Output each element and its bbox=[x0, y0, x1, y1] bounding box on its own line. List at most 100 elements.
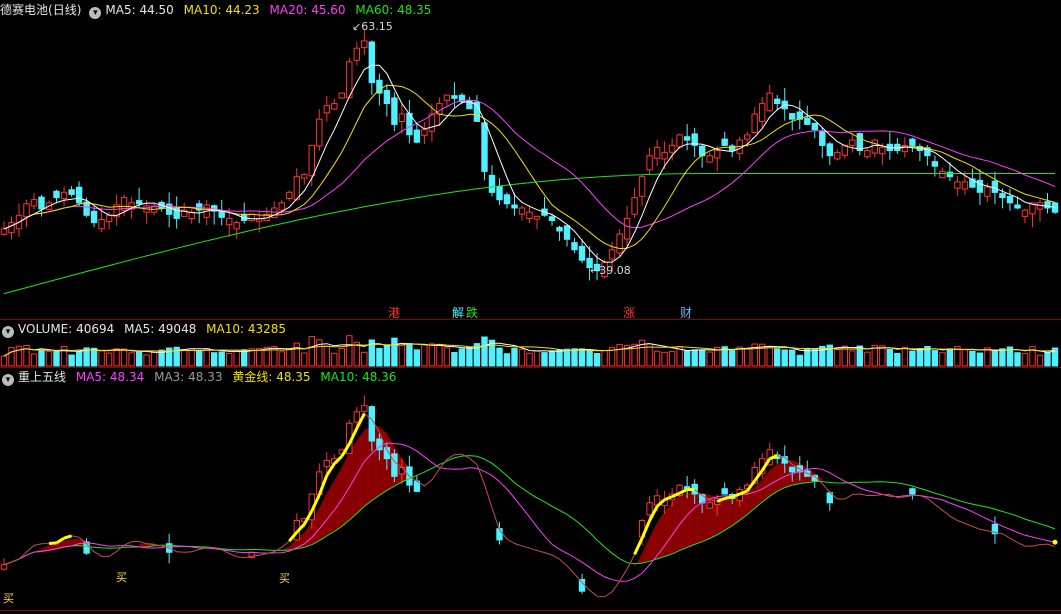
volume-bar bbox=[323, 345, 331, 367]
chevron-down-icon[interactable]: ▾ bbox=[2, 326, 14, 338]
low-annotation: ←39.08 bbox=[590, 264, 631, 277]
ma20-readout: MA20: 45.60 bbox=[269, 3, 346, 17]
volume-bar bbox=[563, 348, 571, 367]
volume-bar bbox=[196, 349, 203, 367]
chevron-down-icon[interactable]: ▾ bbox=[89, 7, 102, 19]
event-marker-1[interactable]: 港 bbox=[388, 304, 400, 321]
indicator-ma10-readout: MA10: 48.36 bbox=[320, 370, 397, 384]
candle-body bbox=[571, 242, 578, 251]
high-annotation: ↙63.15 bbox=[352, 20, 393, 33]
event-marker-3[interactable]: 跌 bbox=[466, 304, 478, 321]
price-panel-header: 德赛电池(日线) ▾ MA5: 44.50 MA10: 44.23 MA20: 45… bbox=[0, 1, 437, 19]
candle-body bbox=[451, 95, 458, 99]
volume-readout[interactable]: VOLUME: 40694 bbox=[18, 322, 114, 336]
candle-body bbox=[98, 219, 105, 230]
volume-bar bbox=[60, 345, 68, 367]
indicator-panel-header: ▾ 重上五线 MA5: 48.34 MA3: 48.33 黄金线: 48.35 M… bbox=[0, 368, 402, 386]
volume-bar bbox=[143, 354, 150, 367]
candle-body bbox=[301, 174, 308, 179]
volume-bar bbox=[691, 349, 698, 367]
candle-body bbox=[789, 113, 796, 120]
ma10-line bbox=[3, 84, 1056, 250]
volume-bar bbox=[571, 348, 578, 367]
candle-body bbox=[53, 190, 60, 199]
volume-bar bbox=[774, 348, 781, 367]
period-label[interactable]: (日线) bbox=[48, 3, 81, 17]
volume-bar bbox=[338, 347, 346, 367]
candle-body bbox=[961, 181, 969, 190]
volume-bar bbox=[781, 349, 788, 367]
volume-bar bbox=[901, 346, 909, 367]
candle-body bbox=[706, 155, 713, 163]
indicator-band bbox=[319, 493, 327, 541]
chevron-down-icon[interactable]: ▾ bbox=[2, 374, 14, 386]
volume-ma10-readout: MA10: 43285 bbox=[206, 322, 287, 336]
indicator-name[interactable]: 重上五线 bbox=[18, 370, 66, 384]
volume-bar bbox=[128, 352, 135, 367]
candle-body bbox=[368, 41, 376, 84]
candle-body bbox=[323, 105, 331, 114]
indicator-band bbox=[687, 492, 695, 548]
indicator-ma5-line bbox=[3, 442, 1056, 582]
candle-body bbox=[226, 217, 233, 226]
candle-body bbox=[991, 180, 999, 193]
volume-bar bbox=[699, 349, 706, 367]
event-marker-4[interactable]: 涨 bbox=[623, 304, 635, 321]
indicator-candle-body bbox=[361, 405, 368, 412]
volume-ma5-readout: MA5: 49048 bbox=[124, 322, 197, 336]
volume-bar bbox=[451, 352, 458, 367]
candle-body bbox=[909, 138, 916, 146]
ma60-readout: MA60: 48.35 bbox=[355, 3, 432, 17]
high-value: 63.15 bbox=[361, 20, 393, 33]
candle-body bbox=[105, 214, 113, 223]
indicator-candle-body bbox=[789, 466, 796, 473]
candle-body bbox=[1044, 201, 1051, 209]
volume-bar bbox=[481, 336, 488, 367]
indicator-end-dot bbox=[1052, 539, 1058, 545]
candle-body bbox=[90, 210, 98, 224]
volume-bar bbox=[188, 348, 195, 367]
indicator-candle-body bbox=[0, 564, 8, 570]
candle-body bbox=[308, 144, 316, 177]
indicator-gold-readout: 黄金线: 48.35 bbox=[232, 370, 311, 384]
candle-body bbox=[68, 189, 75, 195]
volume-bar bbox=[789, 349, 796, 367]
event-marker-2[interactable]: 解 bbox=[452, 304, 464, 321]
candle-body bbox=[353, 47, 361, 61]
volume-bar bbox=[796, 354, 803, 367]
indicator-band bbox=[754, 479, 763, 509]
candle-body bbox=[75, 186, 83, 204]
volume-bar bbox=[211, 352, 218, 367]
volume-bar bbox=[256, 348, 263, 367]
candle-body bbox=[946, 171, 954, 178]
gold-line-segment bbox=[724, 495, 733, 500]
ma5-readout: MA5: 44.50 bbox=[105, 3, 174, 17]
candle-body bbox=[278, 202, 286, 211]
indicator-band bbox=[334, 467, 342, 532]
volume-bar bbox=[75, 351, 83, 367]
candle-body bbox=[1006, 196, 1014, 204]
candle-body bbox=[774, 98, 781, 104]
volume-bar bbox=[68, 354, 75, 367]
indicator-band bbox=[634, 553, 643, 568]
volume-bar bbox=[120, 348, 128, 367]
volume-bar bbox=[301, 352, 308, 367]
volume-bar bbox=[421, 344, 428, 367]
candle-body bbox=[804, 117, 811, 125]
volume-bar bbox=[631, 343, 638, 367]
candle-body bbox=[526, 211, 533, 219]
event-marker-5[interactable]: 财 bbox=[680, 304, 692, 321]
candle-body bbox=[1014, 204, 1021, 209]
volume-bar bbox=[1036, 354, 1044, 367]
candle-body bbox=[638, 176, 646, 197]
candle-body bbox=[496, 185, 503, 201]
stock-name[interactable]: 德赛电池 bbox=[0, 3, 48, 17]
candle-body bbox=[135, 200, 143, 205]
volume-bar bbox=[241, 349, 248, 367]
candle-body bbox=[819, 131, 826, 146]
indicator-band bbox=[642, 537, 650, 564]
candle-body bbox=[901, 144, 909, 153]
candle-body bbox=[668, 144, 676, 153]
candle-body bbox=[871, 139, 878, 154]
volume-bar bbox=[736, 346, 743, 367]
